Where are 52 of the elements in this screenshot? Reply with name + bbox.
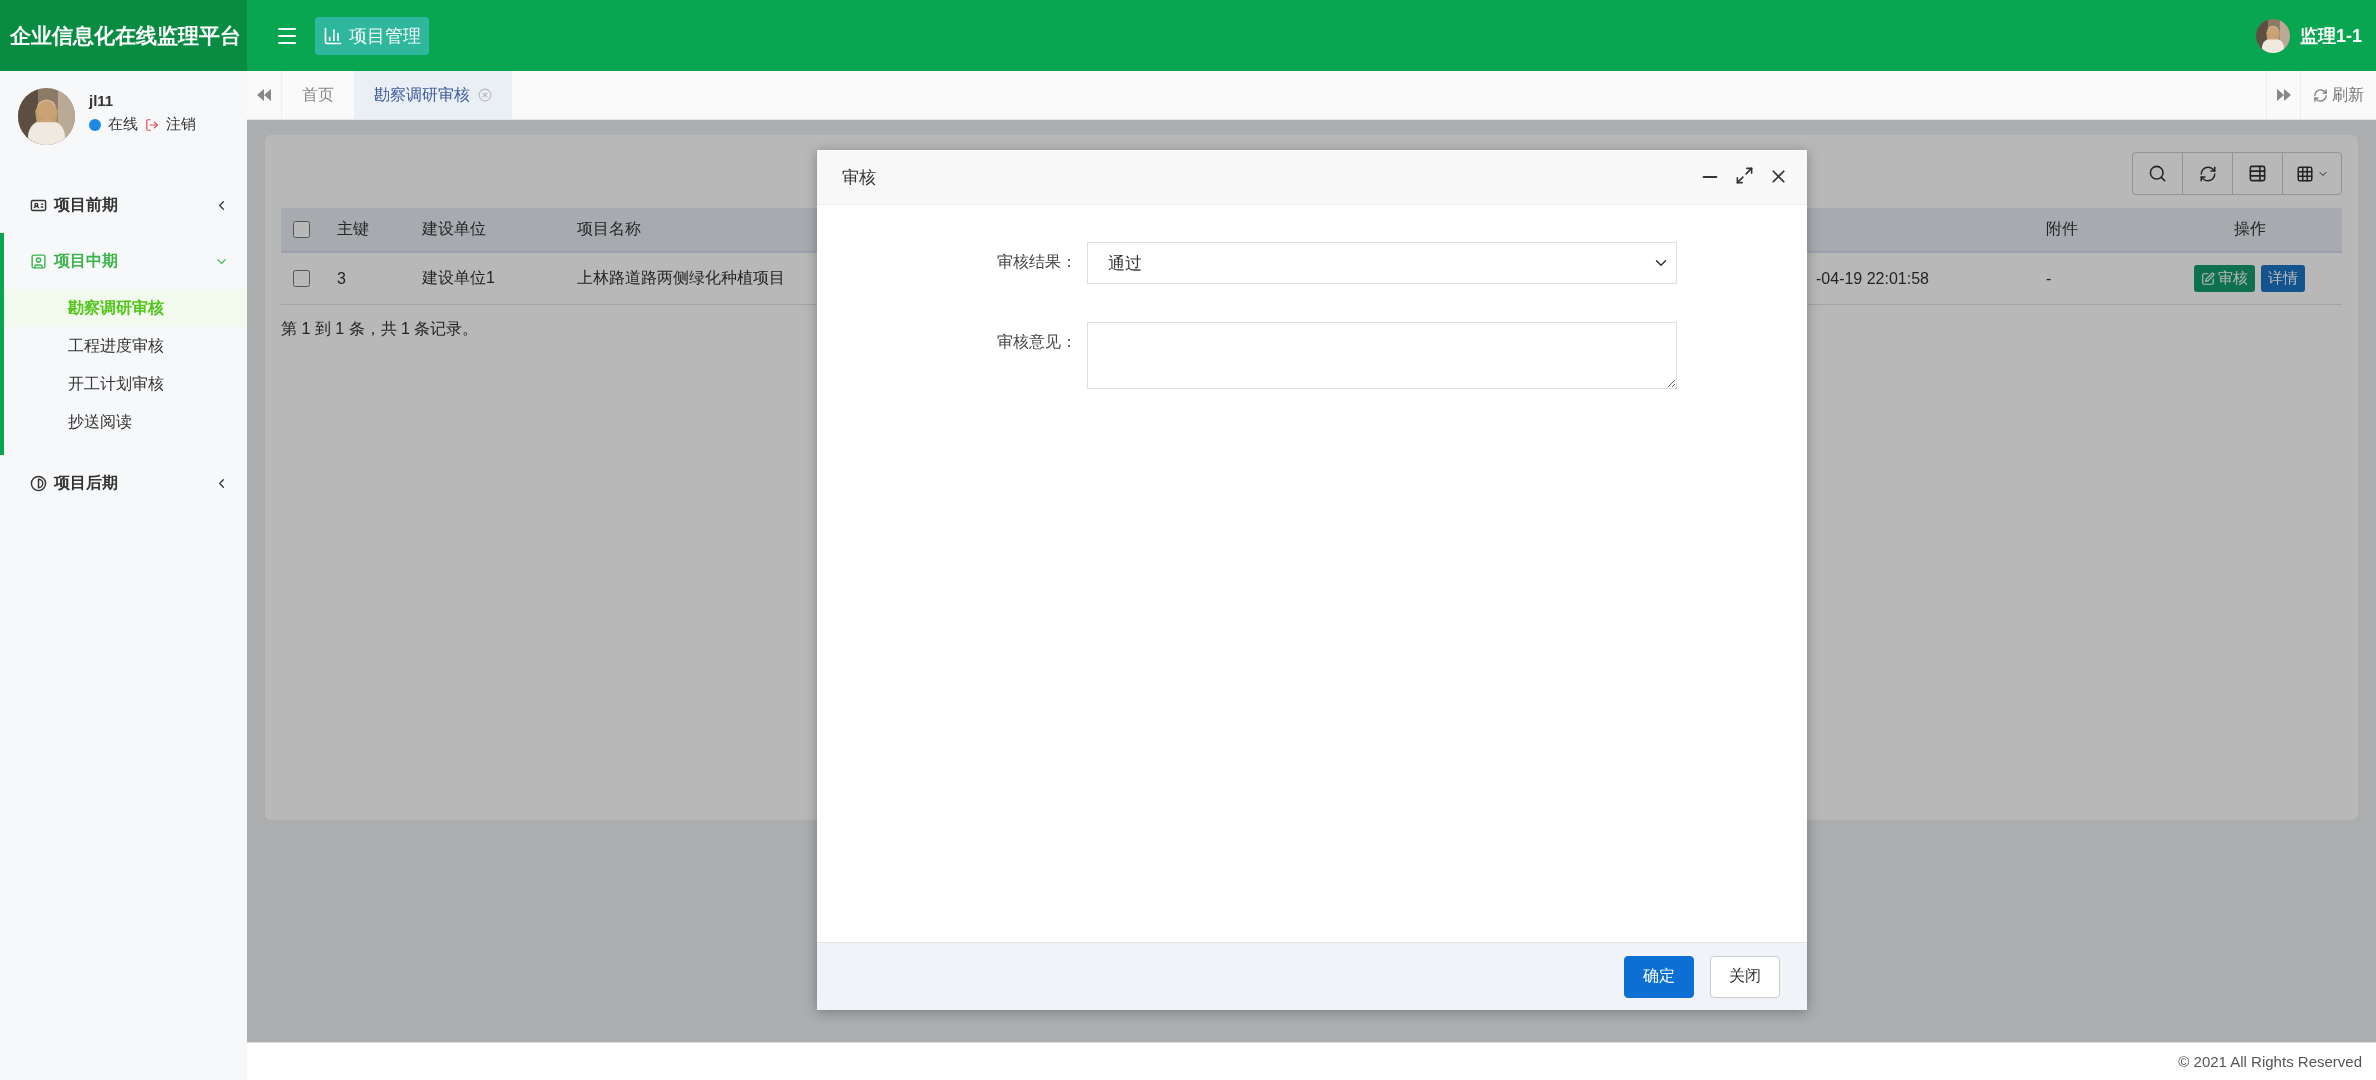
field-label: 审核意见： — [996, 332, 1078, 352]
column-header: 建设单位 — [408, 208, 563, 253]
logout-link[interactable]: 注销 — [166, 115, 196, 134]
status-text: 在线 — [108, 115, 138, 134]
menu-group[interactable]: 项目后期 — [4, 455, 247, 511]
menu-item[interactable]: 开工计划审核 — [4, 365, 247, 403]
dialog-title: 审核 — [842, 166, 876, 189]
logout-icon[interactable] — [145, 117, 159, 132]
copyright-text: © 2021 All Rights Reserved — [2178, 1053, 2362, 1070]
table-cell: 3 — [323, 253, 408, 305]
grid-icon — [2295, 164, 2314, 183]
menu-item[interactable]: 抄送阅读 — [4, 403, 247, 441]
search-button[interactable] — [2132, 152, 2183, 195]
refresh-button[interactable]: 刷新 — [2301, 71, 2376, 119]
close-button[interactable]: 关闭 — [1710, 955, 1780, 998]
table-cell: -04-19 22:01:58 — [1812, 253, 2032, 305]
column-header: 主键 — [323, 208, 408, 253]
column-header: 附件 — [2032, 208, 2157, 253]
user-name: jl11 — [89, 92, 115, 109]
refresh-button[interactable] — [2182, 152, 2233, 195]
refresh-icon — [2198, 164, 2217, 183]
pagination-info: 第 1 到 1 条，共 1 条记录。 — [281, 319, 480, 339]
select-all-checkbox[interactable] — [293, 221, 310, 238]
menu-item[interactable]: 工程进度审核 — [4, 327, 247, 365]
list-button[interactable] — [2232, 152, 2283, 195]
tab[interactable]: 首页 — [282, 71, 354, 119]
details-button[interactable]: 详情 — [2261, 265, 2305, 292]
user-name[interactable]: 监理1-1 — [2300, 23, 2362, 48]
double-left-icon[interactable] — [257, 89, 271, 101]
field-label: 审核结果： — [996, 252, 1078, 272]
app-title: 企业信息化在线监理平台 — [0, 0, 247, 71]
comment-field[interactable] — [1087, 322, 1677, 389]
menu-group[interactable]: 项目前期 — [4, 177, 247, 233]
refresh-icon — [2313, 87, 2328, 103]
row-checkbox[interactable] — [293, 270, 310, 287]
review-button[interactable]: 审核 — [2194, 265, 2255, 292]
select-field[interactable]: 通过 — [1087, 242, 1677, 284]
table-cell: 建设单位1 — [408, 253, 563, 305]
group-icon — [30, 252, 47, 270]
column-header: 操作 — [2157, 208, 2342, 253]
tab[interactable]: 勘察调研审核 — [354, 71, 512, 119]
list-icon — [2248, 164, 2267, 183]
search-icon — [2148, 164, 2167, 183]
edit-icon — [2201, 271, 2215, 286]
columns-button[interactable] — [2282, 152, 2342, 195]
maximize-icon[interactable] — [1735, 166, 1754, 185]
group-icon — [30, 474, 47, 492]
confirm-button[interactable]: 确定 — [1624, 955, 1694, 998]
double-right-icon[interactable] — [2276, 89, 2291, 101]
status-dot — [89, 118, 101, 131]
bar-chart-icon — [323, 25, 343, 46]
table-cell: - — [2032, 253, 2157, 305]
